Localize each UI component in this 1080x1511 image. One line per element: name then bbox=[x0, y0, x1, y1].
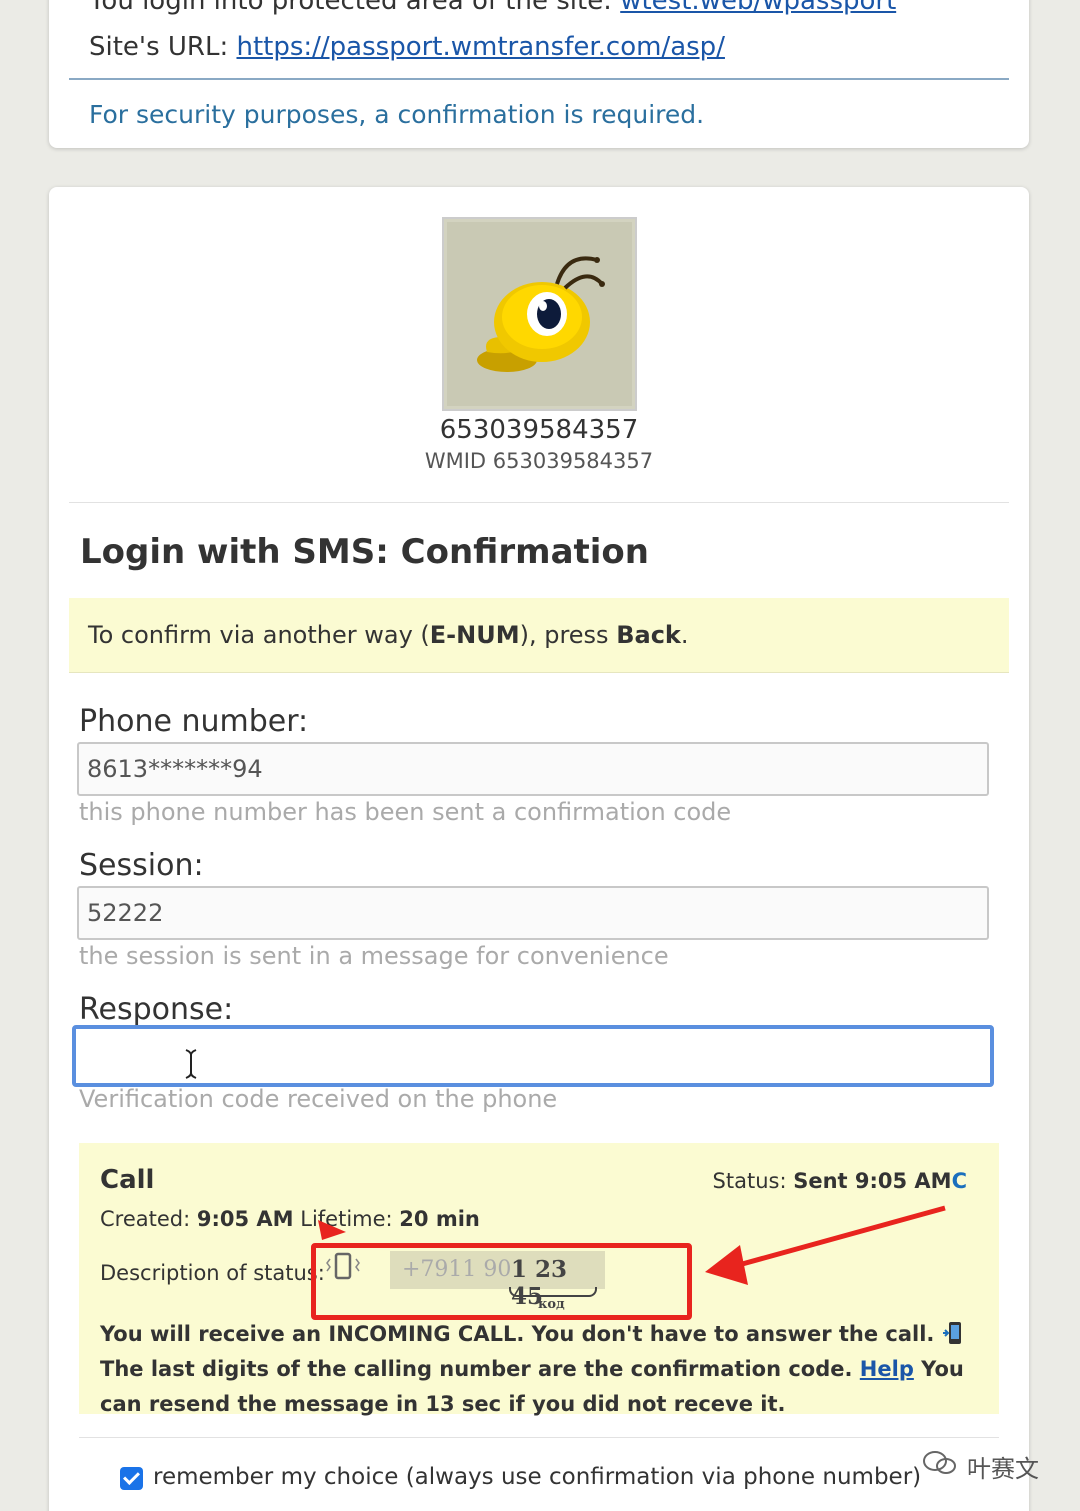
phone-number-field[interactable] bbox=[77, 742, 989, 796]
wmid: WMID 653039584357 bbox=[424, 449, 654, 473]
response-input[interactable] bbox=[72, 1025, 994, 1087]
site-url-link[interactable]: https://passport.wmtransfer.com/asp/ bbox=[236, 32, 724, 62]
response-label: Response: bbox=[79, 992, 234, 1027]
text-cursor-icon bbox=[185, 1049, 197, 1079]
alt-note-middle: ), press bbox=[519, 621, 617, 649]
lifetime-value: 20 min bbox=[399, 1207, 480, 1231]
remember-label: remember my choice (always use confirmat… bbox=[153, 1464, 922, 1490]
site-url-row: Site's URL: https://passport.wmtransfer.… bbox=[89, 32, 725, 62]
alt-method: E-NUM bbox=[429, 621, 520, 649]
call-title: Call bbox=[100, 1165, 155, 1195]
call-text-1: You will receive an INCOMING CALL. You d… bbox=[100, 1322, 942, 1346]
session-label: Session: bbox=[79, 848, 204, 883]
protected-area-text: You login into protected area of the sit… bbox=[89, 0, 621, 16]
annotation-highlight-box bbox=[311, 1243, 692, 1320]
page-title: Login with SMS: Confirmation bbox=[80, 532, 649, 572]
back-hint: Back bbox=[616, 621, 681, 649]
call-instructions: You will receive an INCOMING CALL. You d… bbox=[100, 1317, 980, 1422]
divider bbox=[69, 502, 1009, 503]
session-field[interactable] bbox=[77, 886, 989, 940]
call-status: Status: Sent 9:05 AMC bbox=[713, 1169, 967, 1193]
status-label: Status: bbox=[712, 1169, 794, 1193]
status-value: Sent 9:05 AM bbox=[793, 1169, 952, 1193]
help-link[interactable]: Help bbox=[860, 1357, 914, 1381]
created-value: 9:05 AM bbox=[196, 1207, 294, 1231]
avatar bbox=[442, 217, 637, 411]
site-url-label: Site's URL: bbox=[89, 32, 237, 62]
phone-hint: this phone number has been sent a confir… bbox=[79, 798, 732, 826]
mobile-incoming-icon bbox=[942, 1322, 961, 1344]
alternate-method-note: To confirm via another way (E-NUM), pres… bbox=[69, 598, 1009, 673]
user-number: 653039584357 bbox=[439, 415, 639, 445]
created-label: Created: bbox=[100, 1207, 197, 1231]
lifetime-label: Lifetime: bbox=[293, 1207, 400, 1231]
response-hint: Verification code received on the phone bbox=[79, 1085, 558, 1113]
alt-note-prefix: To confirm via another way ( bbox=[88, 621, 430, 649]
webmoney-bug-icon bbox=[477, 256, 605, 372]
status-description-label: Description of status: bbox=[100, 1261, 325, 1285]
site-info-card: You login into protected area of the sit… bbox=[49, 0, 1029, 148]
protected-area-line: You login into protected area of the sit… bbox=[89, 0, 896, 16]
watermark-text: 叶赛文 bbox=[967, 1455, 1039, 1483]
refresh-icon[interactable]: C bbox=[952, 1169, 967, 1193]
call-created-row: Created: 9:05 AM Lifetime: 20 min bbox=[100, 1207, 480, 1231]
divider bbox=[79, 1437, 999, 1438]
phone-label: Phone number: bbox=[79, 704, 309, 739]
alt-note-suffix: . bbox=[680, 621, 689, 649]
wechat-icon bbox=[923, 1451, 956, 1474]
session-hint: the session is sent in a message for con… bbox=[79, 942, 669, 970]
protected-area-link[interactable]: wtest.web/wpassport bbox=[620, 0, 896, 16]
security-note: For security purposes, a confirmation is… bbox=[89, 100, 705, 129]
call-text-2: The last digits of the calling number ar… bbox=[100, 1357, 860, 1381]
divider bbox=[69, 78, 1009, 80]
remember-checkbox[interactable] bbox=[120, 1467, 143, 1490]
